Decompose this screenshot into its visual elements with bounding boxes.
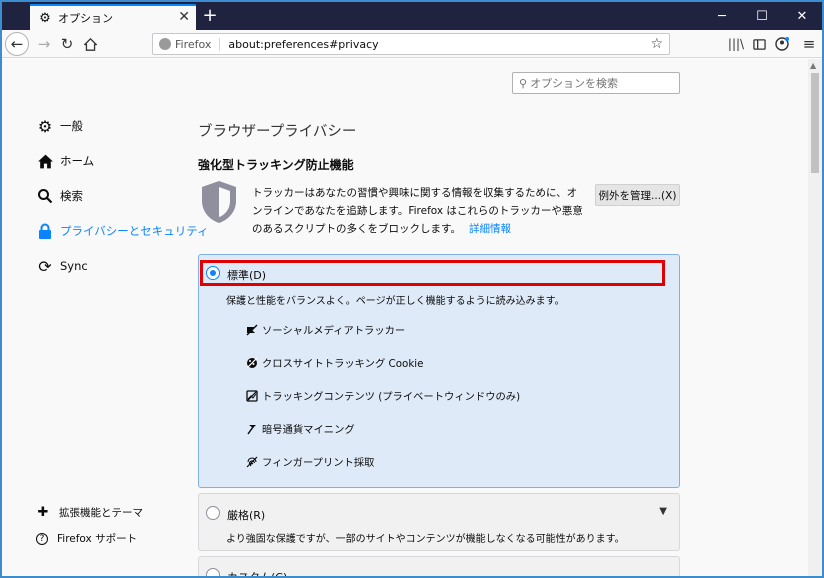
library-icon: |||\ <box>727 37 745 51</box>
sidebar-footer-label: Firefox サポート <box>57 533 138 545</box>
firefox-icon <box>159 38 171 50</box>
preferences-page: ⚲ オプションを検索 ⚙ 一般 ホーム 検索 プライバシーとセキュリティ ⟳ S… <box>2 59 822 578</box>
identity-label: Firefox <box>175 37 212 51</box>
sidebar-item-privacy[interactable]: プライバシーとセキュリティ <box>36 222 209 240</box>
tab-title: オプション <box>58 12 113 25</box>
library-button[interactable]: |||\ <box>724 32 748 56</box>
tracking-content-icon <box>245 389 258 402</box>
sidebar-item-label: ホーム <box>60 154 95 168</box>
sidebar-item-label: プライバシーとセキュリティ <box>60 224 209 238</box>
lock-icon <box>36 222 54 240</box>
help-icon: ? <box>36 532 48 545</box>
feature-item: 暗号通貨マイニング <box>245 421 355 436</box>
gear-icon: ⚙ <box>39 10 51 26</box>
feature-label: 暗号通貨マイニング <box>262 424 355 436</box>
menu-button[interactable]: ≡ <box>797 32 821 56</box>
option-description: より強固な保護ですが、一部のサイトやコンテンツが機能しなくなる可能性があります。 <box>226 534 625 545</box>
sidebar-icon <box>752 38 766 50</box>
sidebar-item-support[interactable]: ? Firefox サポート <box>36 531 137 546</box>
navigation-toolbar: ← → ↻ Firefox about:preferences#privacy … <box>2 30 822 58</box>
url-text[interactable]: about:preferences#privacy <box>228 38 378 51</box>
forward-arrow-icon: → <box>37 35 51 53</box>
sidebar-item-label: Sync <box>60 259 88 273</box>
option-card-custom[interactable]: カスタム(C) <box>198 556 680 578</box>
feature-label: ソーシャルメディアトラッカー <box>262 325 406 337</box>
back-arrow-icon: ← <box>10 35 24 53</box>
tab-strip: ⚙ オプション ✕ + ─ ☐ ✕ <box>2 2 822 30</box>
puzzle-icon: ✚ <box>37 505 49 520</box>
option-card-strict[interactable]: 厳格(R) ▼ より強固な保護ですが、一部のサイトやコンテンツが機能しなくなる可… <box>198 493 680 551</box>
radio-strict[interactable] <box>206 506 220 520</box>
sidebar-item-search[interactable]: 検索 <box>36 187 83 205</box>
home-button[interactable] <box>78 32 102 56</box>
home-icon <box>83 37 97 51</box>
tab-close-button[interactable]: ✕ <box>178 9 190 25</box>
bookmark-star-icon[interactable]: ☆ <box>650 36 663 52</box>
scrollbar-thumb[interactable] <box>811 73 819 173</box>
back-button[interactable]: ← <box>5 32 29 56</box>
sidebar-toggle-button[interactable] <box>747 32 771 56</box>
feature-item: ソーシャルメディアトラッカー <box>245 322 405 337</box>
search-icon: ⚲ <box>519 76 528 90</box>
sidebar-item-label: 検索 <box>60 189 83 203</box>
sidebar-footer-label: 拡張機能とテーマ <box>59 507 143 519</box>
minimize-button[interactable]: ─ <box>702 2 742 30</box>
manage-exceptions-button[interactable]: 例外を管理...(X) <box>595 184 680 206</box>
social-tracker-icon <box>245 323 258 336</box>
feature-item: クロスサイトトラッキング Cookie <box>245 355 423 370</box>
option-description: 保護と性能をバランスよく。ページが正しく機能するように読み込みます。 <box>226 296 565 307</box>
home-icon <box>36 152 54 170</box>
browser-window: ⚙ オプション ✕ + ─ ☐ ✕ ← → ↻ Firefox about:pr… <box>0 0 824 578</box>
sidebar-item-general[interactable]: ⚙ 一般 <box>36 116 83 136</box>
sidebar-item-home[interactable]: ホーム <box>36 152 94 170</box>
sidebar-item-sync[interactable]: ⟳ Sync <box>36 256 88 276</box>
option-label: カスタム(C) <box>227 571 288 578</box>
option-label: 標準(D) <box>227 269 267 282</box>
tracking-description: トラッカーはあなたの習慣や興味に関する情報を収集するために、オンラインであなたを… <box>252 184 587 238</box>
maximize-button[interactable]: ☐ <box>742 2 782 30</box>
url-bar[interactable]: Firefox about:preferences#privacy ☆ <box>152 33 670 55</box>
account-icon <box>775 37 789 51</box>
sidebar-item-addons[interactable]: ✚ 拡張機能とテーマ <box>36 505 143 520</box>
section-title: 強化型トラッキング防止機能 <box>198 158 354 172</box>
radio-standard[interactable] <box>206 266 220 280</box>
hamburger-icon: ≡ <box>802 35 816 53</box>
learn-more-link[interactable]: 詳細情報 <box>469 223 511 235</box>
page-title: ブラウザープライバシー <box>198 124 357 140</box>
account-button[interactable] <box>770 32 794 56</box>
options-search-input[interactable]: ⚲ オプションを検索 <box>512 72 680 94</box>
sidebar-item-label: 一般 <box>60 119 83 133</box>
fingerprint-icon <box>245 455 258 468</box>
cryptominer-icon <box>245 422 258 435</box>
scrollbar[interactable]: ▲ <box>808 59 822 576</box>
gear-icon: ⚙ <box>37 116 53 136</box>
option-label: 厳格(R) <box>227 509 266 522</box>
reload-button[interactable]: ↻ <box>55 32 79 56</box>
search-icon <box>36 187 54 205</box>
forward-button[interactable]: → <box>32 32 56 56</box>
tab-options[interactable]: ⚙ オプション ✕ <box>30 4 196 30</box>
chevron-down-icon[interactable]: ▼ <box>659 506 667 517</box>
new-tab-button[interactable]: + <box>200 5 220 26</box>
shield-icon <box>202 181 236 223</box>
feature-label: トラッキングコンテンツ (プライベートウィンドウのみ) <box>262 391 521 403</box>
feature-label: クロスサイトトラッキング Cookie <box>262 358 424 370</box>
feature-item: フィンガープリント採取 <box>245 454 374 469</box>
site-identity[interactable]: Firefox <box>159 37 221 51</box>
feature-label: フィンガープリント採取 <box>262 457 375 469</box>
reload-icon: ↻ <box>60 35 74 53</box>
search-placeholder: オプションを検索 <box>530 77 619 90</box>
sync-icon: ⟳ <box>38 256 52 276</box>
option-card-standard[interactable]: 標準(D) 保護と性能をバランスよく。ページが正しく機能するように読み込みます。… <box>198 254 680 488</box>
description-text: トラッカーはあなたの習慣や興味に関する情報を収集するために、オンラインであなたを… <box>252 187 583 235</box>
close-window-button[interactable]: ✕ <box>782 2 822 30</box>
radio-custom[interactable] <box>206 568 220 576</box>
cookie-icon <box>245 356 258 369</box>
feature-item: トラッキングコンテンツ (プライベートウィンドウのみ) <box>245 388 520 403</box>
scroll-up-icon[interactable]: ▲ <box>810 61 816 70</box>
